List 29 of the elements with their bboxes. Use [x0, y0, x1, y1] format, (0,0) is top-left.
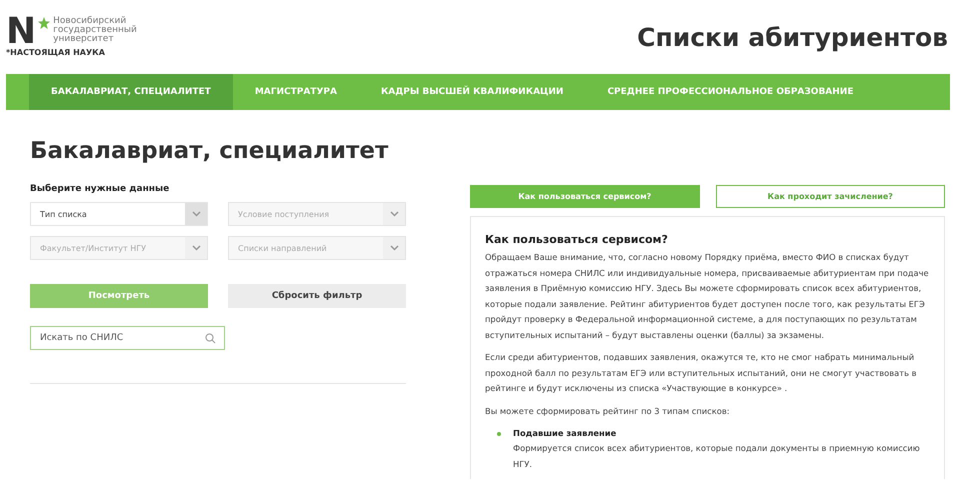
reset-button[interactable]: Сбросить фильтр: [228, 284, 406, 308]
info-paragraph: Если среди абитуриентов, подавших заявления, окажутся те, кто не смог набрать минимальный проходной балл по результатам ЕГЭ или вступительных испытаний, они не смогут участвовать в рейтинге и будут исключены из списка «Участвующие в конкурсе» .: [485, 351, 918, 395]
nav-tab[interactable]: БАКАЛАВРИАТ, СПЕЦИАЛИТЕТ: [29, 74, 233, 110]
university-name: Новосибирский государственный университет: [53, 17, 137, 44]
info-paragraph: Вы можете сформировать рейтинг по 3 типам списков:: [485, 404, 731, 418]
list-item-title: Подавшие заявление: [513, 427, 618, 440]
logo-tagline: *НАСТОЯЩАЯ НАУКА: [6, 48, 106, 57]
dropdown[interactable]: Тип списка: [30, 202, 208, 226]
section-title: Бакалавриат, специалитет: [30, 138, 390, 164]
info-paragraph: Обращаем Ваше внимание, что, согласно новому Порядку приёма, вместо ФИО в списках будут отражаться номера СНИЛС или индивидуальные номера, присваиваемые абитуриентам при подаче заявления в Приёмную комиссию НГУ. Здесь Вы можете сформировать список всех абитуриентов, которые подали заявление. Рейтинг абитуриентов будет доступен после того, как результаты ЕГЭ пройдут проверку в Федеральной информационной системе, а для поступающих по результатам вступительных испытаний – будут выставлены оценки (баллы) за экзамены.: [485, 251, 930, 342]
logo-mark: N: [6, 17, 36, 47]
nav-tab[interactable]: СРЕДНЕЕ ПРОФЕССИОНАЛЬНОЕ ОБРАЗОВАНИЕ: [585, 74, 876, 110]
info-heading: Как пользоваться сервисом?: [485, 233, 669, 246]
nav-tab[interactable]: МАГИСТРАТУРА: [232, 74, 359, 110]
search-icon: [205, 333, 216, 344]
search-field[interactable]: Искать по СНИЛС: [30, 326, 225, 350]
page-title: Списки абитуриентов: [637, 22, 948, 52]
help-tab[interactable]: Как проходит зачисление?: [716, 185, 945, 208]
help-tab[interactable]: Как пользоваться сервисом?: [470, 185, 700, 208]
nav-tab[interactable]: КАДРЫ ВЫСШЕЙ КВАЛИФИКАЦИИ: [358, 74, 586, 110]
chevron-down-icon: [390, 211, 398, 217]
list-item-text: Формируется список всех абитуриентов, которые подали документы в приемную комиссию НГУ.: [513, 442, 921, 470]
filter-label: Выберите нужные данные: [30, 184, 170, 194]
chevron-down-icon: [390, 245, 398, 251]
chevron-down-icon: [192, 245, 200, 251]
bullet-icon: [497, 432, 501, 436]
view-button[interactable]: Посмотреть: [30, 284, 208, 308]
chevron-down-icon: [192, 211, 200, 217]
star-icon: [38, 17, 50, 29]
